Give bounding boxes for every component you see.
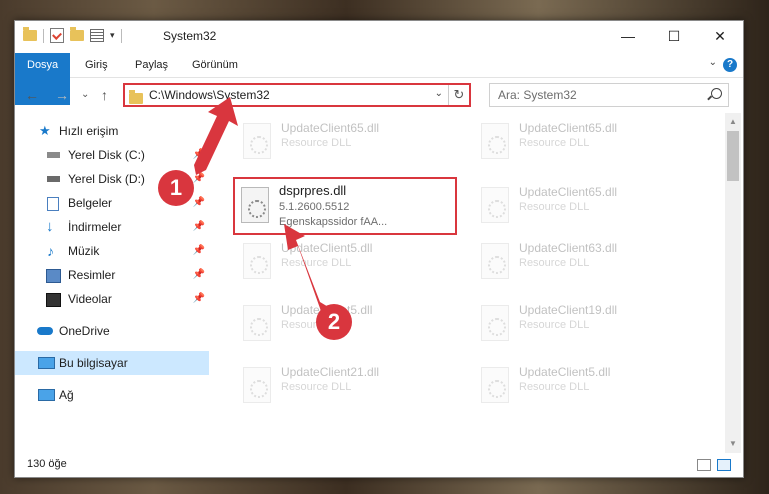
annotation-arrows [194, 97, 330, 314]
arrow-to-address-bar [194, 97, 238, 175]
arrow-to-file [284, 224, 330, 314]
step-1-badge: 1 [158, 170, 194, 206]
step-2-badge: 2 [316, 304, 352, 340]
